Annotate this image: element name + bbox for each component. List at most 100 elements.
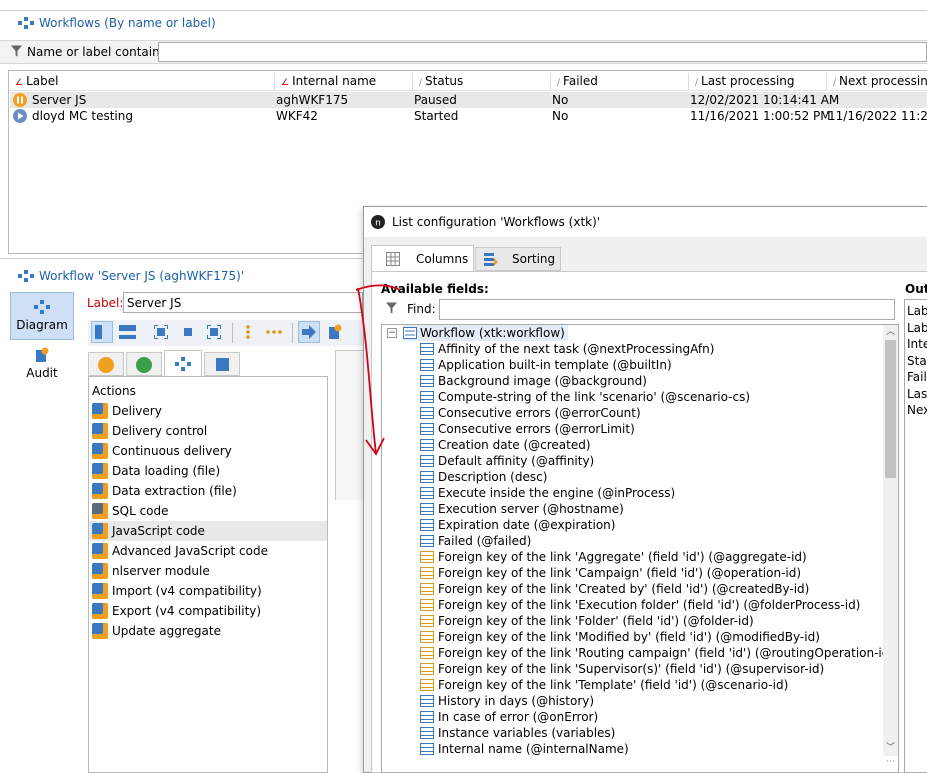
action-item[interactable]: Advanced JavaScript code <box>92 541 268 561</box>
output-column-item[interactable]: Fail <box>907 370 927 384</box>
col-header-next-processing[interactable]: ∕ Next processing <box>826 73 927 90</box>
col-header-label[interactable]: ∠ Label <box>9 73 274 90</box>
cell-internal-name: WKF42 <box>276 109 318 123</box>
foreign-key-icon <box>420 583 434 595</box>
tree-field-item[interactable]: Consecutive errors (@errorLimit) <box>420 421 635 437</box>
action-item[interactable]: Update aggregate <box>92 621 221 641</box>
action-item[interactable]: SQL code <box>92 501 169 521</box>
layout-vertical-button[interactable] <box>91 321 113 343</box>
tab-audit-label: Audit <box>26 366 58 380</box>
palette-tab-targeting[interactable] <box>88 352 124 376</box>
javascript-code-icon <box>92 523 108 539</box>
action-item[interactable]: Delivery control <box>92 421 207 441</box>
output-column-item[interactable]: Labe <box>907 321 927 335</box>
palette-tab-events[interactable] <box>204 352 240 376</box>
palette-tab-flow[interactable] <box>126 352 162 376</box>
stop-button[interactable] <box>184 328 192 336</box>
action-item[interactable]: Delivery <box>92 401 162 421</box>
action-item-label: nlserver module <box>112 564 210 578</box>
table-row[interactable]: Server JS aghWKF175 Paused No 12/02/2021… <box>10 92 927 108</box>
tree-field-label: Affinity of the next task (@nextProcessi… <box>438 342 715 356</box>
tree-root[interactable]: Workflow (xtk:workflow) <box>403 325 568 341</box>
foreign-key-icon <box>420 631 434 643</box>
label-input[interactable] <box>123 292 363 313</box>
audit-small-icon[interactable] <box>327 324 343 340</box>
tree-field-item[interactable]: In case of error (@onError) <box>420 709 598 725</box>
table-row[interactable]: dloyd MC testing WKF42 Started No 11/16/… <box>10 108 927 124</box>
tree-field-item[interactable]: Description (desc) <box>420 469 547 485</box>
tree-field-item[interactable]: Foreign key of the link 'Campaign' (fiel… <box>420 565 801 581</box>
tree-field-item[interactable]: Foreign key of the link 'Aggregate' (fie… <box>420 549 807 565</box>
action-item[interactable]: Data extraction (file) <box>92 481 237 501</box>
output-column-item[interactable]: Next <box>907 403 927 417</box>
tree-field-item[interactable]: Foreign key of the link 'Modified by' (f… <box>420 629 820 645</box>
action-item[interactable]: nlserver module <box>92 561 210 581</box>
tree-field-item[interactable]: Application built-in template (@builtIn) <box>420 357 672 373</box>
action-item[interactable]: Data loading (file) <box>92 461 220 481</box>
field-icon <box>420 423 434 435</box>
cell-next-processing: 11/16/2022 11:24:58 <box>828 109 927 123</box>
output-column-item[interactable]: Last <box>907 387 927 401</box>
col-header-last-processing[interactable]: ∕ Last processing <box>688 73 826 90</box>
tree-field-label: Foreign key of the link 'Supervisor(s)' … <box>438 662 825 676</box>
filter-input[interactable] <box>158 42 927 62</box>
scroll-thumb[interactable] <box>885 340 896 478</box>
field-icon <box>420 391 434 403</box>
tree-field-item[interactable]: Foreign key of the link 'Folder' (field … <box>420 613 754 629</box>
field-icon <box>420 343 434 355</box>
tree-field-item[interactable]: Foreign key of the link 'Created by' (fi… <box>420 581 809 597</box>
tab-audit[interactable]: Audit <box>10 344 74 388</box>
action-item[interactable]: Continuous delivery <box>92 441 232 461</box>
tree-field-item[interactable]: Affinity of the next task (@nextProcessi… <box>420 341 714 357</box>
field-icon <box>420 359 434 371</box>
tree-field-item[interactable]: Consecutive errors (@errorCount) <box>420 405 641 421</box>
action-item[interactable]: JavaScript code <box>92 521 205 541</box>
toolbar-separator <box>292 323 293 343</box>
scroll-down-button[interactable]: ﹀ <box>883 741 898 756</box>
tree-field-item[interactable]: Internal name (@internalName) <box>420 741 629 757</box>
tree-field-label: Consecutive errors (@errorCount) <box>438 406 641 420</box>
tree-field-item[interactable]: Expiration date (@expiration) <box>420 517 615 533</box>
palette-tab-actions[interactable] <box>164 350 202 377</box>
tree-field-item[interactable]: Execution server (@hostname) <box>420 501 624 517</box>
col-header-failed[interactable]: ∕ Failed <box>550 73 688 90</box>
col-header-status[interactable]: ∕ Status <box>412 73 550 90</box>
select-icon[interactable] <box>207 325 221 339</box>
tree-field-item[interactable]: Failed (@failed) <box>420 533 531 549</box>
output-column-item[interactable]: Inte <box>907 337 927 351</box>
output-column-item[interactable]: Stat <box>907 354 927 368</box>
foreign-key-icon <box>420 663 434 675</box>
action-item[interactable]: Import (v4 compatibility) <box>92 581 262 601</box>
workflows-panel-title-text: Workflows (By name or label) <box>39 16 216 30</box>
tree-field-item[interactable]: Foreign key of the link 'Routing campaig… <box>420 645 894 661</box>
dialog-tab-sorting[interactable]: Sorting <box>475 247 561 271</box>
arrow-right-icon <box>302 325 316 339</box>
tree-field-item[interactable]: Background image (@background) <box>420 373 647 389</box>
tree-field-item[interactable]: Foreign key of the link 'Supervisor(s)' … <box>420 661 824 677</box>
tree-field-item[interactable]: Compute-string of the link 'scenario' (@… <box>420 389 750 405</box>
resize-grip-icon[interactable]: ⋯ <box>883 757 898 771</box>
tree-field-item[interactable]: Instance variables (variables) <box>420 725 615 741</box>
tree-field-item[interactable]: Execute inside the engine (@inProcess) <box>420 485 675 501</box>
cell-failed: No <box>552 109 569 123</box>
horizontal-dots-icon[interactable] <box>265 330 283 334</box>
scroll-up-button[interactable]: ︿ <box>883 325 898 340</box>
tree-field-item[interactable]: Creation date (@created) <box>420 437 591 453</box>
tree-field-item[interactable]: Foreign key of the link 'Template' (fiel… <box>420 677 788 693</box>
fit-icon[interactable] <box>154 325 168 339</box>
dialog-tab-columns[interactable]: Columns <box>371 245 474 271</box>
output-column-item[interactable]: Labe <box>907 304 927 318</box>
find-input[interactable] <box>439 299 895 320</box>
col-header-internal-name[interactable]: ∠ Internal name <box>274 73 412 90</box>
tree-field-item[interactable]: Foreign key of the link 'Execution folde… <box>420 597 860 613</box>
tree-field-item[interactable]: History in days (@history) <box>420 693 594 709</box>
run-button[interactable] <box>298 321 320 343</box>
layout-horizontal-button[interactable] <box>117 321 139 343</box>
action-item[interactable]: Export (v4 compatibility) <box>92 601 261 621</box>
tree-field-label: History in days (@history) <box>438 694 595 708</box>
tab-diagram[interactable]: Diagram <box>10 292 74 340</box>
tree-field-item[interactable]: Default affinity (@affinity) <box>420 453 594 469</box>
output-columns-label: Outp <box>905 282 927 296</box>
continuous-delivery-icon <box>92 443 108 459</box>
vertical-dots-icon[interactable] <box>246 324 250 340</box>
